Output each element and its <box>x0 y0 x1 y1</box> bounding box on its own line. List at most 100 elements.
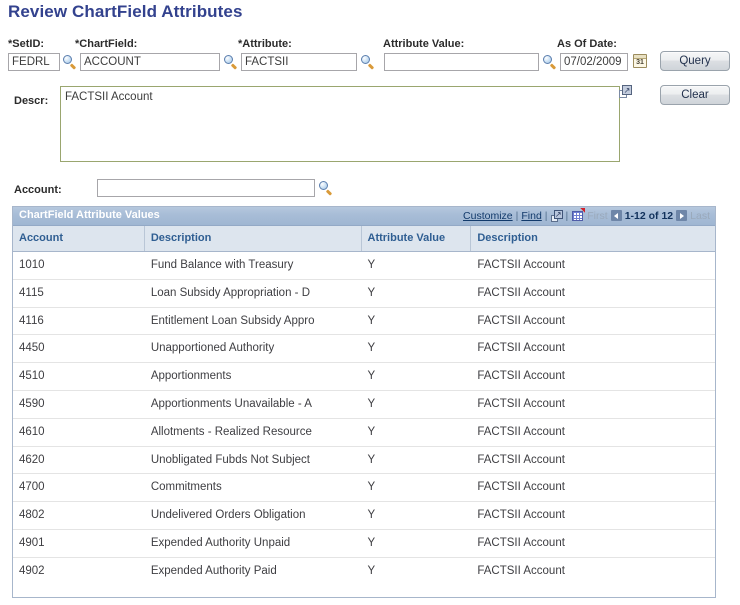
grid-toolbar: Customize | Find | ↗ | First 1-12 of 12 … <box>463 208 710 222</box>
toolbar-separator-3: | <box>565 209 569 222</box>
cell-account: 4450 <box>19 342 45 355</box>
cell-description: Loan Subsidy Appropriation - D <box>150 286 310 299</box>
attribute-value-lookup-icon[interactable] <box>543 55 558 70</box>
as-of-date-label: As Of Date: <box>557 38 617 50</box>
table-row[interactable]: 4116 Entitlement Loan Subsidy Appro Y FA… <box>13 308 715 336</box>
cell-account: 4610 <box>19 425 45 438</box>
cell-description: Apportionments <box>150 370 232 383</box>
grid-title: ChartField Attribute Values <box>19 209 160 221</box>
cell-description-2: FACTSII Account <box>477 536 565 549</box>
expand-text-icon[interactable]: ↗ <box>619 85 632 98</box>
attribute-value-label: Attribute Value: <box>383 38 465 50</box>
customize-link[interactable]: Customize <box>463 210 513 222</box>
cell-description-2: FACTSII Account <box>477 286 565 299</box>
account-filter-lookup-icon[interactable] <box>319 181 334 196</box>
cell-account: 4590 <box>19 397 45 410</box>
table-row[interactable]: 4115 Loan Subsidy Appropriation - D Y FA… <box>13 280 715 308</box>
cell-attribute-value: Y <box>367 536 376 549</box>
cell-attribute-value: Y <box>367 425 376 438</box>
cell-description-2: FACTSII Account <box>477 397 565 410</box>
calendar-icon-day: 31 <box>636 59 644 66</box>
as-of-date-input[interactable] <box>560 53 628 71</box>
cell-description: Expended Authority Unpaid <box>150 536 291 549</box>
table-row[interactable]: 4610 Allotments - Realized Resource Y FA… <box>13 419 715 447</box>
toolbar-separator-2: | <box>544 209 548 222</box>
cell-description-2: FACTSII Account <box>477 314 565 327</box>
setid-lookup-icon[interactable] <box>63 55 78 70</box>
cell-account: 4802 <box>19 509 45 522</box>
attribute-value-input[interactable] <box>384 53 539 71</box>
column-header-description-2[interactable]: Description <box>471 226 715 251</box>
chartfield-label: *ChartField: <box>75 38 138 50</box>
table-row[interactable]: 4802 Undelivered Orders Obligation Y FAC… <box>13 502 715 530</box>
cell-description: Entitlement Loan Subsidy Appro <box>150 314 315 327</box>
grid-column-headers: Account Description Attribute Value Desc… <box>13 226 715 252</box>
cell-attribute-value: Y <box>367 259 376 271</box>
next-page-icon[interactable] <box>676 210 688 221</box>
cell-description: Unobligated Fubds Not Subject <box>150 453 310 466</box>
cell-attribute-value: Y <box>367 509 376 522</box>
cell-account: 4700 <box>19 481 45 494</box>
table-row[interactable]: 4902 Expended Authority Paid Y FACTSII A… <box>13 558 715 586</box>
previous-page-icon[interactable] <box>610 210 622 221</box>
calendar-icon[interactable]: 31 <box>633 54 647 68</box>
query-button[interactable]: Query <box>660 51 730 71</box>
chartfield-attribute-values-grid: ChartField Attribute Values Customize | … <box>12 206 716 598</box>
descr-label: Descr: <box>14 95 49 107</box>
cell-description-2: FACTSII Account <box>477 425 565 438</box>
expand-all-icon[interactable]: ↗ <box>550 209 563 222</box>
table-row[interactable]: 4620 Unobligated Fubds Not Subject Y FAC… <box>13 447 715 475</box>
cell-attribute-value: Y <box>367 453 376 466</box>
account-filter-input[interactable] <box>97 179 315 197</box>
cell-account: 4902 <box>19 564 45 577</box>
find-link[interactable]: Find <box>521 210 541 222</box>
cell-account: 1010 <box>19 259 45 271</box>
cell-account: 4620 <box>19 453 45 466</box>
download-grid-icon[interactable] <box>571 208 586 222</box>
first-page-label[interactable]: First <box>587 210 607 222</box>
table-row[interactable]: 4700 Commitments Y FACTSII Account <box>13 474 715 503</box>
cell-description-2: FACTSII Account <box>477 481 565 494</box>
cell-description-2: FACTSII Account <box>477 370 565 383</box>
cell-description-2: FACTSII Account <box>477 259 565 271</box>
cell-description: Apportionments Unavailable - A <box>150 397 312 410</box>
cell-account: 4116 <box>19 314 44 327</box>
page-title: Review ChartField Attributes <box>8 2 243 21</box>
cell-description-2: FACTSII Account <box>477 342 565 355</box>
cell-description-2: FACTSII Account <box>477 453 565 466</box>
table-row[interactable]: 4590 Apportionments Unavailable - A Y FA… <box>13 391 715 419</box>
cell-attribute-value: Y <box>367 397 376 410</box>
cell-account: 4510 <box>19 370 45 383</box>
row-range-label: 1-12 of 12 <box>624 209 674 222</box>
chartfield-input[interactable] <box>80 53 220 71</box>
cell-account: 4901 <box>19 536 45 549</box>
column-header-account[interactable]: Account <box>13 226 145 251</box>
cell-attribute-value: Y <box>367 481 376 494</box>
cell-description-2: FACTSII Account <box>477 564 565 577</box>
setid-label: *SetID: <box>8 38 45 50</box>
table-row[interactable]: 4450 Unapportioned Authority Y FACTSII A… <box>13 335 715 364</box>
clear-button[interactable]: Clear <box>660 85 730 105</box>
account-filter-label: Account: <box>14 184 62 196</box>
column-header-attribute-value[interactable]: Attribute Value <box>362 226 472 251</box>
cell-description: Allotments - Realized Resource <box>150 425 312 438</box>
table-row[interactable]: 4901 Expended Authority Unpaid Y FACTSII… <box>13 530 715 558</box>
cell-attribute-value: Y <box>367 370 376 383</box>
cell-description-2: FACTSII Account <box>477 509 565 522</box>
cell-attribute-value: Y <box>367 314 376 327</box>
cell-account: 4115 <box>19 286 44 299</box>
cell-description: Commitments <box>150 481 222 494</box>
last-page-label[interactable]: Last <box>690 210 710 222</box>
setid-input[interactable] <box>8 53 60 71</box>
column-header-description[interactable]: Description <box>145 226 362 251</box>
cell-attribute-value: Y <box>367 342 376 355</box>
toolbar-separator-1: | <box>515 209 519 222</box>
chartfield-lookup-icon[interactable] <box>224 55 239 70</box>
table-row[interactable]: 4510 Apportionments Y FACTSII Account <box>13 363 715 391</box>
descr-textarea[interactable] <box>60 86 620 162</box>
cell-description: Fund Balance with Treasury <box>150 259 294 271</box>
cell-attribute-value: Y <box>367 564 376 577</box>
attribute-lookup-icon[interactable] <box>361 55 376 70</box>
attribute-input[interactable] <box>241 53 357 71</box>
table-row[interactable]: 1010 Fund Balance with Treasury Y FACTSI… <box>13 252 715 280</box>
